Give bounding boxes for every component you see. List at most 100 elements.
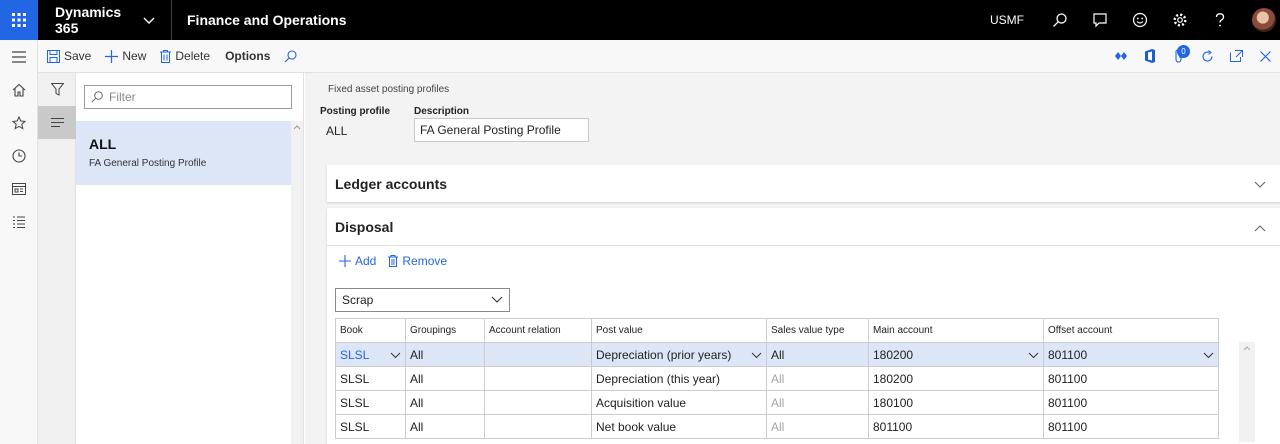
column-header-book[interactable]: Book — [335, 318, 406, 343]
app-name-label: Dynamics 365 — [55, 4, 122, 36]
modules-list-icon[interactable] — [0, 205, 38, 238]
refresh-icon[interactable] — [1193, 40, 1222, 73]
details-content: Fixed asset posting profiles Posting pro… — [305, 73, 1280, 444]
chevron-down-icon — [491, 293, 503, 307]
post-value-cell[interactable]: Depreciation (this year) — [591, 366, 767, 391]
app-launcher-waffle-icon[interactable] — [0, 0, 38, 40]
office-icon[interactable] — [1135, 40, 1164, 73]
filter-input[interactable]: Filter — [84, 85, 292, 109]
offset-account-cell[interactable]: 801100 — [1043, 414, 1219, 439]
search-icon — [91, 91, 103, 103]
main-account-cell[interactable]: 180100 — [868, 390, 1044, 415]
close-icon[interactable] — [1251, 40, 1280, 73]
groupings-cell[interactable]: All — [405, 390, 485, 415]
table-row[interactable]: SLSL All Depreciation (this year) All 18… — [335, 366, 1219, 391]
disposal-toolbar: Add Remove — [327, 246, 1280, 276]
power-apps-icon[interactable] — [1106, 40, 1135, 73]
delete-button[interactable]: Delete — [151, 40, 215, 73]
home-icon[interactable] — [0, 73, 38, 106]
book-cell[interactable]: SLSL — [335, 366, 406, 391]
action-search-icon[interactable] — [275, 40, 306, 73]
post-value-cell[interactable]: Acquisition value — [591, 390, 767, 415]
hamburger-menu-icon[interactable] — [0, 40, 38, 73]
chat-icon[interactable] — [1080, 0, 1120, 40]
account-relation-cell[interactable] — [484, 342, 592, 367]
help-icon[interactable] — [1200, 0, 1240, 40]
chevron-down-icon[interactable] — [751, 348, 762, 362]
chevron-down-icon[interactable] — [1254, 176, 1266, 192]
chevron-up-icon[interactable] — [1254, 219, 1266, 235]
trash-icon — [388, 255, 399, 267]
column-header-sales-value-type[interactable]: Sales value type — [766, 318, 869, 343]
filter-funnel-icon[interactable] — [38, 73, 76, 106]
sales-value-type-cell[interactable]: All — [766, 342, 869, 367]
open-new-window-icon[interactable] — [1222, 40, 1251, 73]
offset-account-cell[interactable]: 801100 — [1043, 390, 1219, 415]
main-account-cell[interactable]: 180200 — [868, 342, 1044, 367]
recent-clock-icon[interactable] — [0, 139, 38, 172]
remove-button[interactable]: Remove — [388, 254, 447, 268]
account-relation-cell[interactable] — [484, 366, 592, 391]
chevron-down-icon[interactable] — [390, 348, 401, 362]
new-button[interactable]: New — [96, 40, 151, 73]
chevron-down-icon[interactable] — [1028, 348, 1039, 362]
app-name-menu[interactable]: Dynamics 365 — [38, 0, 172, 40]
disposal-type-select[interactable]: Scrap — [335, 288, 510, 312]
disposal-type-value: Scrap — [342, 293, 374, 307]
column-header-groupings[interactable]: Groupings — [405, 318, 485, 343]
table-row[interactable]: SLSL All Depreciation (prior years) All … — [335, 342, 1219, 367]
gear-icon[interactable] — [1160, 0, 1200, 40]
account-relation-cell[interactable] — [484, 414, 592, 439]
top-navigation-bar: Dynamics 365 Finance and Operations USMF — [0, 0, 1280, 40]
ledger-accounts-title: Ledger accounts — [335, 175, 448, 192]
options-tab[interactable]: Options — [215, 40, 275, 73]
table-row[interactable]: SLSL All Acquisition value All 180100 80… — [335, 390, 1219, 415]
trash-icon — [160, 49, 172, 63]
groupings-cell[interactable]: All — [405, 414, 485, 439]
list-view-icon[interactable] — [38, 106, 76, 139]
navigation-rail — [0, 40, 38, 444]
grid-scrollbar[interactable] — [1239, 342, 1255, 442]
remove-label: Remove — [402, 254, 448, 268]
list-pane-toolbar — [38, 73, 76, 444]
account-relation-cell[interactable] — [484, 390, 592, 415]
grid-header-row: Book Groupings Account relation Post val… — [335, 318, 1219, 343]
main-account-cell[interactable]: 801100 — [868, 414, 1044, 439]
groupings-cell[interactable]: All — [405, 366, 485, 391]
book-cell[interactable]: SLSL — [335, 342, 406, 367]
user-avatar[interactable] — [1252, 8, 1276, 32]
book-cell[interactable]: SLSL — [335, 390, 406, 415]
sales-value-type-cell: All — [766, 390, 869, 415]
company-selector[interactable]: USMF — [990, 13, 1024, 27]
chevron-down-icon[interactable] — [1203, 348, 1214, 362]
column-header-main-account[interactable]: Main account — [868, 318, 1044, 343]
attachments-count-badge: 0 — [1177, 44, 1190, 58]
post-value-cell[interactable]: Depreciation (prior years) — [591, 342, 767, 367]
list-item[interactable]: ALL FA General Posting Profile — [76, 121, 291, 185]
table-row[interactable]: SLSL All Net book value All 801100 80110… — [335, 414, 1219, 439]
attachments-icon[interactable]: 0 — [1164, 40, 1193, 73]
posting-profile-value: ALL — [326, 124, 348, 138]
disposal-header[interactable]: Disposal — [327, 208, 1280, 246]
column-header-account-relation[interactable]: Account relation — [484, 318, 592, 343]
offset-account-cell[interactable]: 801100 — [1043, 366, 1219, 391]
book-cell[interactable]: SLSL — [335, 414, 406, 439]
column-header-post-value[interactable]: Post value — [591, 318, 767, 343]
plus-icon — [339, 255, 351, 267]
ledger-accounts-section[interactable]: Ledger accounts — [327, 165, 1280, 202]
description-field[interactable]: FA General Posting Profile — [414, 118, 589, 142]
offset-account-cell[interactable]: 801100 — [1043, 342, 1219, 367]
save-button[interactable]: Save — [38, 40, 96, 73]
filter-placeholder: Filter — [109, 90, 136, 104]
list-scrollbar[interactable] — [291, 121, 303, 444]
smiley-icon[interactable] — [1120, 0, 1160, 40]
groupings-cell[interactable]: All — [405, 342, 485, 367]
post-value-cell[interactable]: Net book value — [591, 414, 767, 439]
add-label: Add — [355, 254, 377, 268]
favorites-star-icon[interactable] — [0, 106, 38, 139]
main-account-cell[interactable]: 180200 — [868, 366, 1044, 391]
column-header-offset-account[interactable]: Offset account — [1043, 318, 1219, 343]
add-button[interactable]: Add — [339, 254, 376, 268]
search-icon[interactable] — [1040, 0, 1080, 40]
workspaces-icon[interactable] — [0, 172, 38, 205]
